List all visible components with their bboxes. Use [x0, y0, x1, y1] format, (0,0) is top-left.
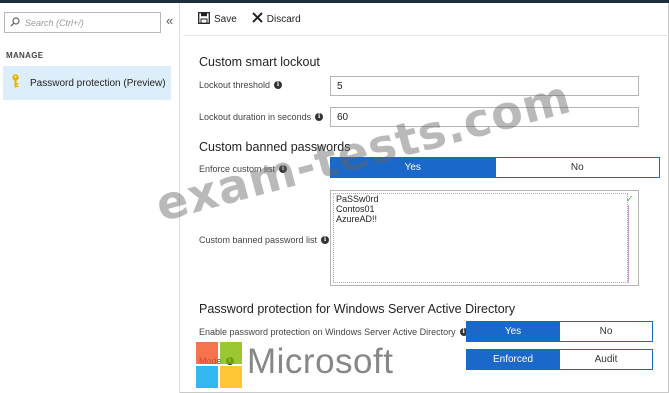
enforce-no-option[interactable]: No — [494, 158, 659, 177]
banned-password-list-text: Custom banned password list — [199, 235, 318, 245]
save-label: Save — [214, 13, 237, 25]
discard-label: Discard — [266, 13, 301, 25]
left-blade: Search (Ctrl+/) « MANAGE Password protec… — [0, 3, 180, 393]
toolbar-divider — [183, 35, 669, 36]
info-icon[interactable]: i — [274, 81, 283, 89]
mode-audit-option[interactable]: Audit — [559, 350, 652, 369]
microsoft-logo-icon — [196, 342, 242, 388]
collapse-sidebar-button[interactable]: « — [166, 13, 173, 28]
lockout-duration-text: Lockout duration in seconds — [199, 112, 312, 122]
discard-button[interactable]: Discard — [252, 12, 301, 26]
textarea-scrollbar[interactable] — [628, 205, 629, 283]
banned-password-list-label: Custom banned password list i — [199, 235, 330, 245]
banned-password-entry: AzureAD!! — [336, 214, 378, 224]
sidebar-item-password-protection[interactable]: Password protection (Preview) — [3, 66, 171, 100]
enable-no-option[interactable]: No — [559, 322, 652, 341]
section-title-smart-lockout: Custom smart lockout — [199, 55, 320, 69]
logo-square-blue — [196, 366, 218, 388]
logo-square-green — [220, 342, 242, 364]
enable-yes-option[interactable]: Yes — [467, 322, 559, 341]
search-input[interactable]: Search (Ctrl+/) — [4, 12, 161, 33]
close-icon — [252, 12, 267, 26]
search-icon — [10, 14, 20, 32]
banned-password-entry: Contos01 — [336, 204, 375, 214]
lockout-threshold-text: Lockout threshold — [199, 80, 271, 90]
command-bar: Save Discard — [198, 9, 316, 29]
save-icon — [198, 11, 214, 27]
mode-toggle: Enforced Audit — [466, 349, 653, 370]
save-button[interactable]: Save — [198, 11, 237, 27]
enable-ad-protection-label: Enable password protection on Windows Se… — [199, 327, 468, 337]
banned-password-list-textarea[interactable]: PaSSw0rd Contos01 AzureAD!! ✓ — [330, 190, 639, 286]
section-title-windows-ad: Password protection for Windows Server A… — [199, 302, 516, 316]
section-header-manage: MANAGE — [6, 51, 44, 60]
info-icon[interactable]: i — [321, 236, 330, 244]
enable-ad-protection-toggle: Yes No — [466, 321, 653, 342]
logo-square-red — [196, 342, 218, 364]
search-placeholder: Search (Ctrl+/) — [25, 17, 84, 28]
valid-check-icon: ✓ — [625, 194, 634, 205]
lockout-duration-label: Lockout duration in seconds i — [199, 112, 324, 122]
sidebar-item-label: Password protection (Preview) — [30, 77, 166, 89]
info-icon[interactable]: i — [315, 113, 324, 121]
mode-enforced-option[interactable]: Enforced — [467, 350, 559, 369]
logo-square-yellow — [220, 366, 242, 388]
enable-ad-protection-text: Enable password protection on Windows Se… — [199, 327, 456, 337]
banned-password-entry: PaSSw0rd — [336, 194, 379, 204]
microsoft-logo-text: Microsoft — [247, 342, 394, 381]
key-icon — [11, 73, 20, 93]
lockout-threshold-label: Lockout threshold i — [199, 80, 283, 90]
